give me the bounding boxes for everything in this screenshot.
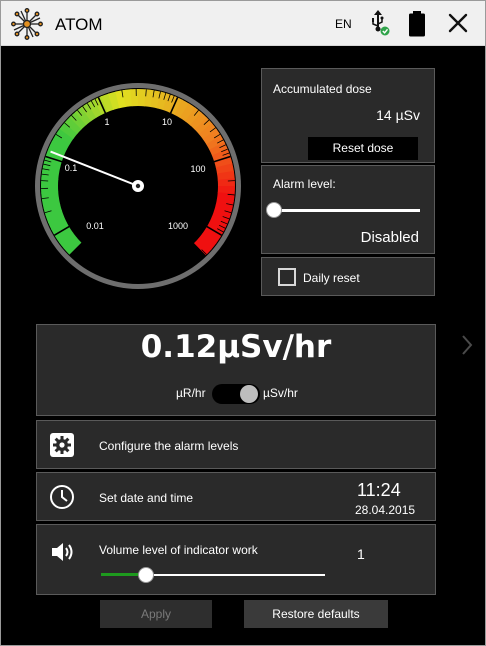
gauge-scale-label: 1000: [168, 221, 188, 231]
configure-alarm-label: Configure the alarm levels: [99, 439, 239, 453]
set-date-time-row[interactable]: Set date and time 11:24 28.04.2015: [36, 472, 436, 521]
app-window: ATOM EN 0.01 0.1 1 10 100 1000 Accumulated do…: [0, 0, 486, 646]
dose-rate-readout-panel: 0.12µSv/hr µR/hr µSv/hr: [36, 324, 436, 416]
volume-level-label: Volume level of indicator work: [99, 543, 258, 557]
language-indicator[interactable]: EN: [335, 17, 352, 31]
unit-microsievert-label: µSv/hr: [263, 386, 298, 400]
unit-toggle-knob: [240, 385, 258, 403]
battery-icon: [409, 11, 425, 37]
restore-defaults-button[interactable]: Restore defaults: [244, 600, 388, 628]
volume-slider-thumb[interactable]: [137, 567, 154, 583]
alarm-slider-thumb[interactable]: [266, 202, 282, 218]
accumulated-dose-label: Accumulated dose: [273, 82, 372, 96]
alarm-status-value: Disabled: [360, 229, 419, 246]
unit-toggle-switch[interactable]: [212, 384, 260, 404]
gauge-scale-label: 1: [104, 117, 109, 127]
alarm-level-panel: Alarm level: Disabled: [261, 165, 435, 254]
unit-microroentgen-label: µR/hr: [176, 386, 206, 400]
volume-level-row: Volume level of indicator work 1: [36, 524, 436, 595]
set-date-time-label: Set date and time: [99, 491, 194, 505]
accumulated-dose-panel: Accumulated dose 14 µSv Reset dose: [261, 68, 435, 163]
current-date: 28.04.2015: [355, 503, 416, 517]
gauge-arc-segment: [130, 89, 140, 107]
gauge-arc-segment: [217, 178, 235, 188]
chevron-right-icon[interactable]: [460, 333, 474, 357]
reset-dose-button[interactable]: Reset dose: [308, 137, 418, 160]
gauge-needle-pin: [135, 183, 141, 189]
volume-level-value: 1: [357, 546, 365, 562]
accumulated-dose-value: 14 µSv: [376, 107, 420, 123]
gauge-scale-label: 10: [162, 117, 172, 127]
gear-icon: [50, 433, 74, 457]
title-bar: ATOM EN: [1, 1, 485, 46]
app-title: ATOM: [55, 15, 103, 34]
daily-reset-checkbox[interactable]: [278, 268, 296, 286]
gauge-scale-label: 0.01: [86, 221, 104, 231]
gauge-scale-label: 100: [190, 164, 205, 174]
atom-logo-icon: [11, 8, 43, 40]
dose-rate-gauge: 0.01 0.1 1 10 100 1000: [35, 83, 241, 289]
alarm-level-label: Alarm level:: [273, 177, 336, 191]
daily-reset-label: Daily reset: [303, 271, 360, 285]
close-icon[interactable]: [445, 10, 471, 36]
daily-reset-panel: Daily reset: [261, 257, 435, 296]
usb-connected-icon: [372, 10, 390, 36]
configure-alarm-row[interactable]: Configure the alarm levels: [36, 420, 436, 469]
alarm-slider-track[interactable]: [274, 209, 420, 212]
gauge-scale-label: 0.1: [65, 163, 78, 173]
gauge-arc-segment: [41, 184, 59, 194]
clock-icon: [50, 485, 74, 509]
dose-rate-value: 0.12µSv/hr: [140, 329, 332, 365]
speaker-icon: [52, 543, 73, 561]
current-time: 11:24: [357, 480, 401, 500]
apply-button[interactable]: Apply: [100, 600, 212, 628]
